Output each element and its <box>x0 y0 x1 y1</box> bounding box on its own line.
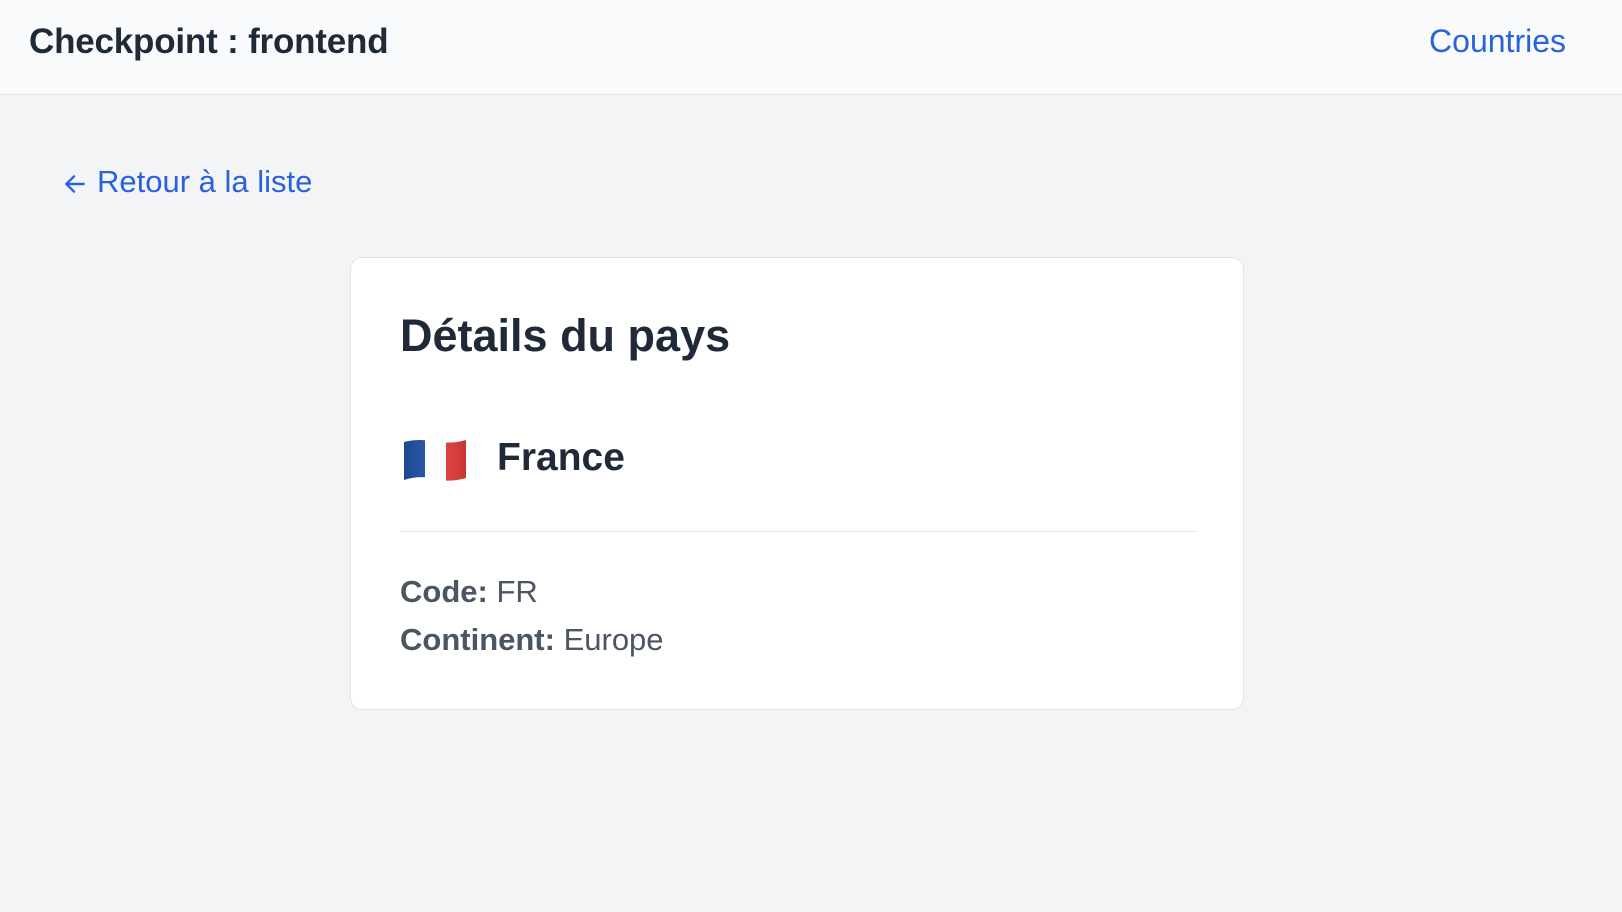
country-details-card: Détails du pays France Code: FR Continen… <box>350 257 1244 710</box>
top-navbar: Checkpoint : frontend Countries <box>0 0 1622 95</box>
flag-france-icon <box>402 436 468 484</box>
country-name: France <box>497 436 625 479</box>
back-to-list-link[interactable]: Retour à la liste <box>62 164 312 200</box>
code-label: Code: <box>400 574 497 609</box>
continent-row: Continent: Europe <box>400 622 664 658</box>
card-title: Détails du pays <box>400 310 731 361</box>
nav-link-countries[interactable]: Countries <box>1429 23 1566 60</box>
code-value: FR <box>496 574 538 609</box>
continent-value: Europe <box>563 622 664 657</box>
arrow-left-icon <box>62 169 88 195</box>
divider <box>400 531 1197 532</box>
code-row: Code: FR <box>400 574 538 610</box>
continent-label: Continent: <box>400 622 564 657</box>
app-title: Checkpoint : frontend <box>29 22 389 61</box>
back-link-label: Retour à la liste <box>97 164 313 199</box>
